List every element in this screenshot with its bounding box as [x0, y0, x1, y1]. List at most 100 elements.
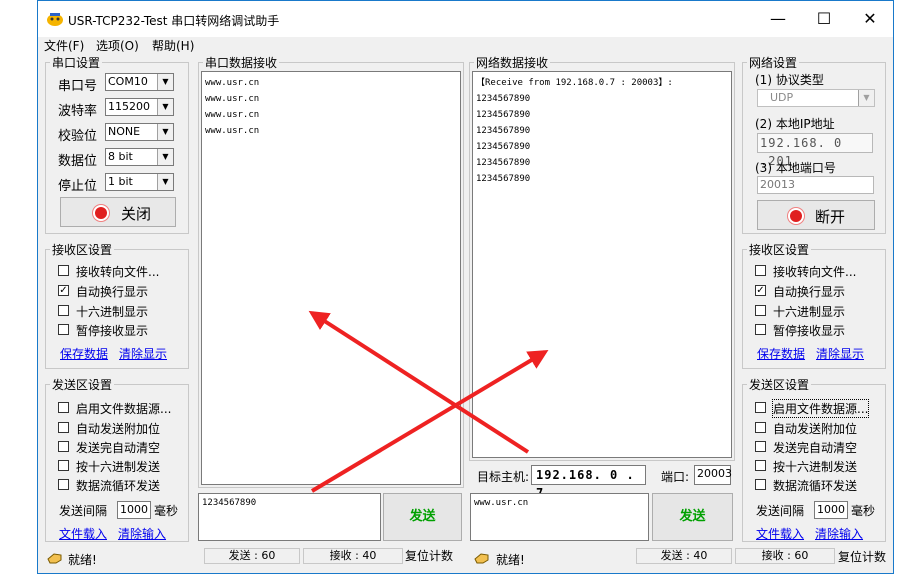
- net-clear-display-link[interactable]: 清除显示: [816, 345, 864, 362]
- network-reset-count-button[interactable]: 复位计数: [838, 549, 886, 565]
- network-send-input[interactable]: www.usr.cn: [470, 493, 649, 541]
- serial-recv-options-title: 接收区设置: [50, 241, 115, 258]
- serial-recv-options-group: 接收区设置 接收转向文件... ✓ 自动换行显示 十六进制显示 暂停接收显示 保…: [45, 241, 189, 369]
- parity-label: 校验位: [58, 129, 98, 144]
- menu-file[interactable]: 文件(F): [44, 37, 84, 54]
- save-data-link[interactable]: 保存数据: [60, 345, 108, 362]
- net-hex-display-label: 十六进制显示: [773, 305, 846, 319]
- serial-receive-textarea[interactable]: www.usr.cn www.usr.cn www.usr.cn www.usr…: [201, 71, 461, 485]
- menu-help[interactable]: 帮助(H): [152, 37, 194, 54]
- serial-settings-group: 串口设置 串口号 COM10 ▼ 波特率 115200 ▼ 校验位 NONE ▼ 数据…: [45, 54, 189, 234]
- auto-clear-checkbox[interactable]: [58, 441, 69, 452]
- port-select[interactable]: COM10 ▼: [105, 73, 174, 91]
- local-ip-label: (2) 本地IP地址: [755, 117, 835, 131]
- file-source-label: 启用文件数据源...: [76, 402, 172, 416]
- stopbits-select[interactable]: 1 bit ▼: [105, 173, 174, 191]
- serial-send-button[interactable]: 发送: [383, 493, 462, 541]
- pause-display-checkbox[interactable]: [58, 324, 69, 335]
- clear-display-link[interactable]: 清除显示: [119, 345, 167, 362]
- hex-send-checkbox[interactable]: [58, 460, 69, 471]
- hex-display-checkbox[interactable]: [58, 305, 69, 316]
- serial-receive-line: www.usr.cn: [205, 126, 260, 136]
- serial-send-input[interactable]: 1234567890: [198, 493, 381, 541]
- file-load-link[interactable]: 文件载入: [59, 525, 107, 542]
- net-auto-append-checkbox[interactable]: [755, 422, 766, 433]
- network-receive-line: 1234567890: [476, 94, 531, 104]
- baud-value: 115200: [108, 100, 150, 113]
- net-file-load-link[interactable]: 文件载入: [756, 525, 804, 542]
- local-ip-input[interactable]: 192.168. 0 .201: [757, 133, 873, 168]
- auto-append-checkbox[interactable]: [58, 422, 69, 433]
- target-port-input[interactable]: 20003: [694, 465, 732, 485]
- file-source-checkbox[interactable]: [58, 402, 69, 413]
- window-title: USR-TCP232-Test 串口转网络调试助手: [68, 14, 280, 28]
- net-auto-clear-label: 发送完自动清空: [773, 441, 858, 455]
- network-sent-count: 发送 : 40: [636, 548, 732, 564]
- network-receive-textarea[interactable]: 【Receive from 192.168.0.7 : 20003】: 1234…: [472, 71, 732, 458]
- net-interval-unit-label: 毫秒: [851, 504, 876, 518]
- menu-bar: 文件(F) 选项(O) 帮助(H): [38, 37, 893, 53]
- net-recv-to-file-checkbox[interactable]: [755, 265, 766, 276]
- network-receive-line: 1234567890: [476, 110, 531, 120]
- net-loop-send-label: 数据流循环发送: [773, 479, 858, 493]
- net-pause-display-checkbox[interactable]: [755, 324, 766, 335]
- local-port-label: (3) 本地端口号: [755, 161, 836, 175]
- send-interval-label: 发送间隔: [59, 504, 108, 518]
- maximize-button[interactable]: ☐: [801, 1, 847, 37]
- chevron-down-icon: ▼: [157, 124, 173, 140]
- status-ready-right: 就绪!: [496, 553, 525, 567]
- net-clear-input-link[interactable]: 清除输入: [815, 525, 863, 542]
- serial-reset-count-button[interactable]: 复位计数: [405, 548, 453, 564]
- stopbits-label: 停止位: [58, 179, 98, 194]
- stopbits-value: 1 bit: [108, 175, 133, 188]
- pause-display-label: 暂停接收显示: [76, 324, 149, 338]
- net-hex-display-checkbox[interactable]: [755, 305, 766, 316]
- network-send-button[interactable]: 发送: [652, 493, 733, 541]
- baud-label: 波特率: [58, 104, 98, 119]
- local-port-input[interactable]: 20013: [757, 176, 874, 194]
- port-label: 串口号: [58, 79, 98, 94]
- recv-to-file-checkbox[interactable]: [58, 265, 69, 276]
- network-receive-header: 【Receive from 192.168.0.7 : 20003】:: [476, 78, 673, 88]
- loop-send-checkbox[interactable]: [58, 479, 69, 490]
- net-auto-clear-checkbox[interactable]: [755, 441, 766, 452]
- clear-input-link[interactable]: 清除输入: [118, 525, 166, 542]
- databits-select[interactable]: 8 bit ▼: [105, 148, 174, 166]
- serial-close-label: 关闭: [121, 205, 152, 223]
- parity-select[interactable]: NONE ▼: [105, 123, 174, 141]
- hand-icon: [47, 553, 62, 564]
- protocol-select[interactable]: UDP ▼: [757, 89, 875, 107]
- hex-display-label: 十六进制显示: [76, 305, 149, 319]
- port-value: COM10: [108, 75, 148, 88]
- loop-send-label: 数据流循环发送: [76, 479, 161, 493]
- network-receive-line: 1234567890: [476, 158, 531, 168]
- net-file-source-checkbox[interactable]: [755, 402, 766, 413]
- serial-close-button[interactable]: 关闭: [60, 197, 176, 227]
- chevron-down-icon: ▼: [157, 149, 173, 165]
- net-recv-to-file-label: 接收转向文件...: [773, 265, 857, 279]
- serial-receive-line: www.usr.cn: [205, 78, 260, 88]
- net-auto-wrap-checkbox[interactable]: ✓: [755, 285, 766, 296]
- serial-receive-title: 串口数据接收: [203, 54, 280, 71]
- network-disconnect-button[interactable]: 断开: [757, 200, 875, 230]
- target-host-input[interactable]: 192.168. 0 . 7: [531, 465, 646, 500]
- menu-options[interactable]: 选项(O): [96, 37, 139, 54]
- send-interval-input[interactable]: 1000: [117, 501, 151, 519]
- net-save-data-link[interactable]: 保存数据: [757, 345, 805, 362]
- auto-wrap-checkbox[interactable]: ✓: [58, 285, 69, 296]
- close-window-button[interactable]: ✕: [847, 1, 893, 37]
- net-auto-wrap-label: 自动换行显示: [773, 285, 846, 299]
- net-file-source-label: 启用文件数据源...: [771, 399, 870, 418]
- net-send-interval-input[interactable]: 1000: [814, 501, 848, 519]
- net-loop-send-checkbox[interactable]: [755, 479, 766, 490]
- chevron-down-icon: ▼: [858, 90, 874, 106]
- databits-label: 数据位: [58, 154, 98, 169]
- title-bar[interactable]: USR-TCP232-Test 串口转网络调试助手 — ☐ ✕: [38, 1, 893, 37]
- serial-send-options-title: 发送区设置: [50, 376, 115, 393]
- minimize-button[interactable]: —: [755, 1, 801, 37]
- baud-select[interactable]: 115200 ▼: [105, 98, 174, 116]
- net-hex-send-checkbox[interactable]: [755, 460, 766, 471]
- net-pause-display-label: 暂停接收显示: [773, 324, 846, 338]
- auto-append-label: 自动发送附加位: [76, 422, 161, 436]
- serial-receive-line: www.usr.cn: [205, 110, 260, 120]
